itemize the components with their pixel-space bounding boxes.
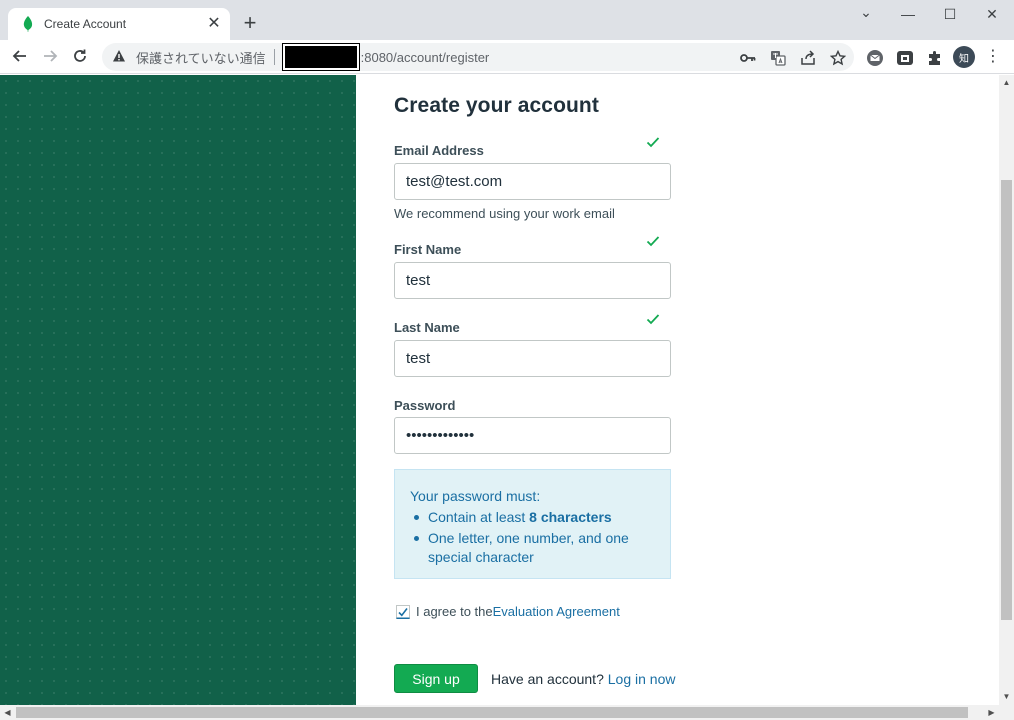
email-label: Email Address [394,143,484,158]
bookmark-star-icon[interactable] [830,50,846,66]
agreement-checkbox[interactable] [396,604,410,619]
email-input[interactable] [394,163,671,200]
first-name-input[interactable] [394,262,671,299]
scroll-down-icon[interactable]: ▼ [1002,692,1011,701]
reload-icon[interactable] [69,45,91,67]
sign-up-button[interactable]: Sign up [394,664,478,693]
page-title: Create your account [394,94,599,117]
password-requirements-list: Contain at least 8 characters One letter… [410,508,655,567]
forward-icon[interactable] [39,45,61,67]
horizontal-scrollbar[interactable]: ◀ ▶ [0,705,1014,720]
vertical-scrollbar[interactable]: ▲ ▼ [999,75,1014,705]
last-name-label: Last Name [394,320,460,335]
extension-mail-icon[interactable] [866,49,884,67]
browser-menu-icon[interactable]: ⋮ [985,49,1001,67]
last-name-valid-check-icon [646,312,660,325]
tab-close-icon[interactable]: ✕ [206,16,222,32]
warning-icon[interactable] [112,49,128,65]
scroll-up-icon[interactable]: ▲ [1002,78,1011,87]
password-rule-complexity: One letter, one number, and one special … [410,529,655,567]
password-rule-length: Contain at least 8 characters [410,508,655,527]
password-requirements-title: Your password must: [410,488,541,504]
horizontal-scroll-thumb[interactable] [16,707,968,718]
extension-app-icon[interactable] [896,49,914,67]
profile-avatar[interactable]: 知 [953,46,975,68]
browser-toolbar: 保護されていない通信 :8080/account/register 知 ⋮ [0,40,1014,74]
agreement-row: I agree to the Evaluation Agreement [396,604,620,619]
brand-side-panel [0,75,356,705]
browser-tab[interactable]: Create Account ✕ [8,8,230,40]
first-name-valid-check-icon [646,234,660,247]
scroll-right-icon[interactable]: ▶ [987,708,996,717]
tab-search-icon[interactable]: ⌄ [856,4,876,21]
back-icon[interactable] [9,45,31,67]
tab-title: Create Account [44,17,127,31]
address-separator [273,49,275,65]
agreement-text: I agree to the [416,604,493,619]
minimize-icon[interactable]: — [898,6,918,22]
first-name-label: First Name [394,242,462,257]
key-icon[interactable] [740,50,756,66]
evaluation-agreement-link[interactable]: Evaluation Agreement [493,604,620,619]
email-hint: We recommend using your work email [394,206,615,221]
translate-icon[interactable] [770,50,786,66]
login-prompt: Have an account? Log in now [491,671,675,687]
browser-titlebar: Create Account ✕ + ⌄ — ☐ ✕ [0,0,1014,40]
mongodb-leaf-icon [22,16,34,32]
scroll-left-icon[interactable]: ◀ [3,708,12,717]
last-name-input[interactable] [394,340,671,377]
password-label: Password [394,398,456,413]
email-valid-check-icon [646,135,660,148]
extensions-puzzle-icon[interactable] [926,49,944,67]
page-viewport: Create your account Email Address We rec… [0,75,1000,705]
maximize-icon[interactable]: ☐ [940,6,960,23]
vertical-scroll-thumb[interactable] [1001,180,1012,620]
address-bar[interactable]: 保護されていない通信 :8080/account/register [102,43,854,71]
redacted-host [281,43,360,71]
log-in-link[interactable]: Log in now [608,671,676,687]
password-input[interactable] [394,417,671,454]
password-requirements: Your password must: Contain at least 8 c… [394,469,671,579]
share-icon[interactable] [800,50,816,66]
new-tab-icon[interactable]: + [240,12,260,34]
url-text[interactable]: :8080/account/register [361,50,490,65]
window-close-icon[interactable]: ✕ [982,6,1002,23]
have-account-text: Have an account? [491,671,604,687]
security-status-label[interactable]: 保護されていない通信 [136,48,266,67]
